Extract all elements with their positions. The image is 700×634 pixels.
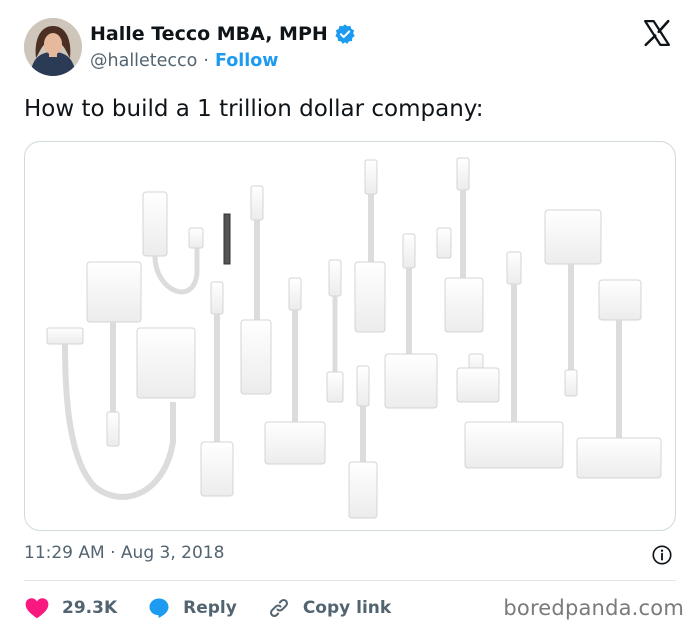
copy-link-button[interactable]: Copy link — [267, 596, 391, 620]
author-handle[interactable]: @halletecco — [90, 51, 197, 71]
tweet-time: 11:29 AM — [24, 543, 105, 563]
like-count: 29.3K — [62, 598, 118, 618]
tweet-date: Aug 3, 2018 — [120, 543, 225, 563]
author-handle-row: @halletecco · Follow — [90, 51, 278, 71]
divider — [24, 580, 676, 581]
reply-button[interactable]: Reply — [147, 596, 237, 620]
author-name[interactable]: Halle Tecco MBA, MPH — [90, 23, 328, 45]
link-icon — [269, 599, 288, 617]
separator-dot: · — [110, 543, 116, 563]
watermark: boredpanda.com — [503, 596, 684, 620]
verified-badge-icon — [334, 23, 356, 45]
speech-bubble-icon — [149, 598, 169, 618]
separator-dot: · — [203, 51, 209, 71]
heart-icon — [25, 598, 49, 619]
tweet-timestamp[interactable]: 11:29 AM · Aug 3, 2018 — [24, 543, 224, 563]
like-button[interactable]: 29.3K — [24, 596, 117, 620]
copy-link-label: Copy link — [302, 598, 392, 618]
avatar[interactable] — [24, 18, 82, 76]
tweet-media-image[interactable] — [24, 141, 676, 531]
tweet-header: Halle Tecco MBA, MPH @halletecco · Follo… — [24, 18, 676, 80]
follow-button[interactable]: Follow — [215, 51, 278, 71]
info-icon[interactable] — [651, 544, 673, 566]
tweet-actions: 29.3K Reply Copy link — [24, 594, 421, 622]
x-logo-icon[interactable] — [642, 18, 674, 50]
reply-label: Reply — [183, 598, 237, 618]
adapters-photo — [46, 157, 662, 519]
tweet-text: How to build a 1 trillion dollar company… — [24, 96, 484, 122]
author-name-row: Halle Tecco MBA, MPH — [90, 23, 356, 45]
